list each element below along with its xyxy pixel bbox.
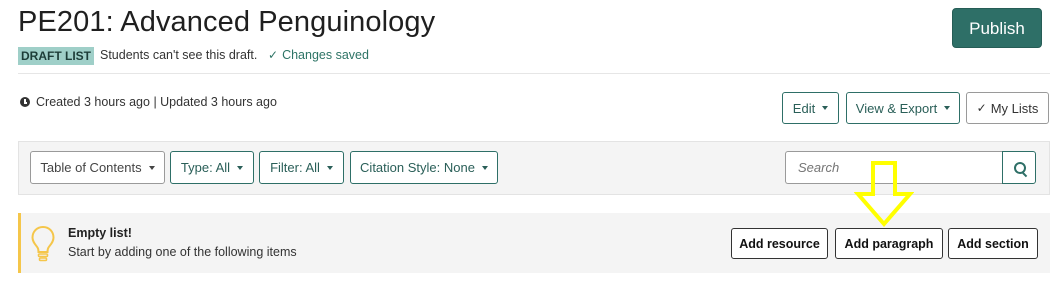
filter-label: Filter: All bbox=[270, 160, 320, 175]
created-updated-info: Created 3 hours ago | Updated 3 hours ag… bbox=[20, 95, 277, 109]
add-section-button[interactable]: Add section bbox=[948, 228, 1038, 259]
view-export-dropdown-button[interactable]: View & Export bbox=[846, 92, 960, 124]
draft-list-badge: DRAFT LIST bbox=[18, 47, 94, 65]
table-of-contents-dropdown[interactable]: Table of Contents bbox=[30, 151, 165, 184]
my-lists-button[interactable]: ✓ My Lists bbox=[966, 92, 1049, 124]
my-lists-label: My Lists bbox=[990, 100, 1039, 116]
caret-down-icon bbox=[944, 106, 951, 110]
type-filter-label: Type: All bbox=[180, 160, 231, 175]
empty-list-subtitle: Start by adding one of the following ite… bbox=[68, 245, 297, 259]
add-resource-button[interactable]: Add resource bbox=[731, 228, 828, 259]
caret-down-icon bbox=[822, 106, 829, 110]
filter-dropdown[interactable]: Filter: All bbox=[259, 151, 344, 184]
add-paragraph-button[interactable]: Add paragraph bbox=[835, 228, 943, 259]
edit-dropdown-button[interactable]: Edit bbox=[782, 92, 839, 124]
page-title: PE201: Advanced Penguinology bbox=[18, 6, 436, 38]
lightbulb-icon bbox=[31, 225, 55, 262]
search-button[interactable] bbox=[1002, 151, 1036, 184]
caret-down-icon bbox=[237, 165, 244, 170]
citation-style-label: Citation Style: None bbox=[360, 160, 475, 175]
table-of-contents-label: Table of Contents bbox=[40, 160, 142, 175]
caret-down-icon bbox=[481, 165, 488, 170]
citation-style-dropdown[interactable]: Citation Style: None bbox=[350, 151, 498, 184]
caret-down-icon bbox=[148, 165, 155, 170]
empty-list-title: Empty list! bbox=[68, 226, 132, 240]
view-export-label: View & Export bbox=[855, 100, 938, 116]
check-icon: ✓ bbox=[268, 48, 279, 62]
type-filter-dropdown[interactable]: Type: All bbox=[170, 151, 254, 184]
created-updated-text: Created 3 hours ago | Updated 3 hours ag… bbox=[36, 95, 277, 109]
edit-label: Edit bbox=[792, 100, 816, 116]
saved-status-label: Changes saved bbox=[282, 48, 369, 62]
divider bbox=[18, 73, 1050, 74]
check-icon: ✓ bbox=[976, 101, 987, 115]
publish-button[interactable]: Publish bbox=[952, 8, 1042, 48]
saved-status: ✓ Changes saved bbox=[268, 48, 369, 62]
highlight-arrow-icon bbox=[854, 161, 914, 228]
draft-note: Students can't see this draft. bbox=[100, 48, 258, 62]
clock-icon bbox=[20, 97, 30, 107]
caret-down-icon bbox=[326, 165, 333, 170]
